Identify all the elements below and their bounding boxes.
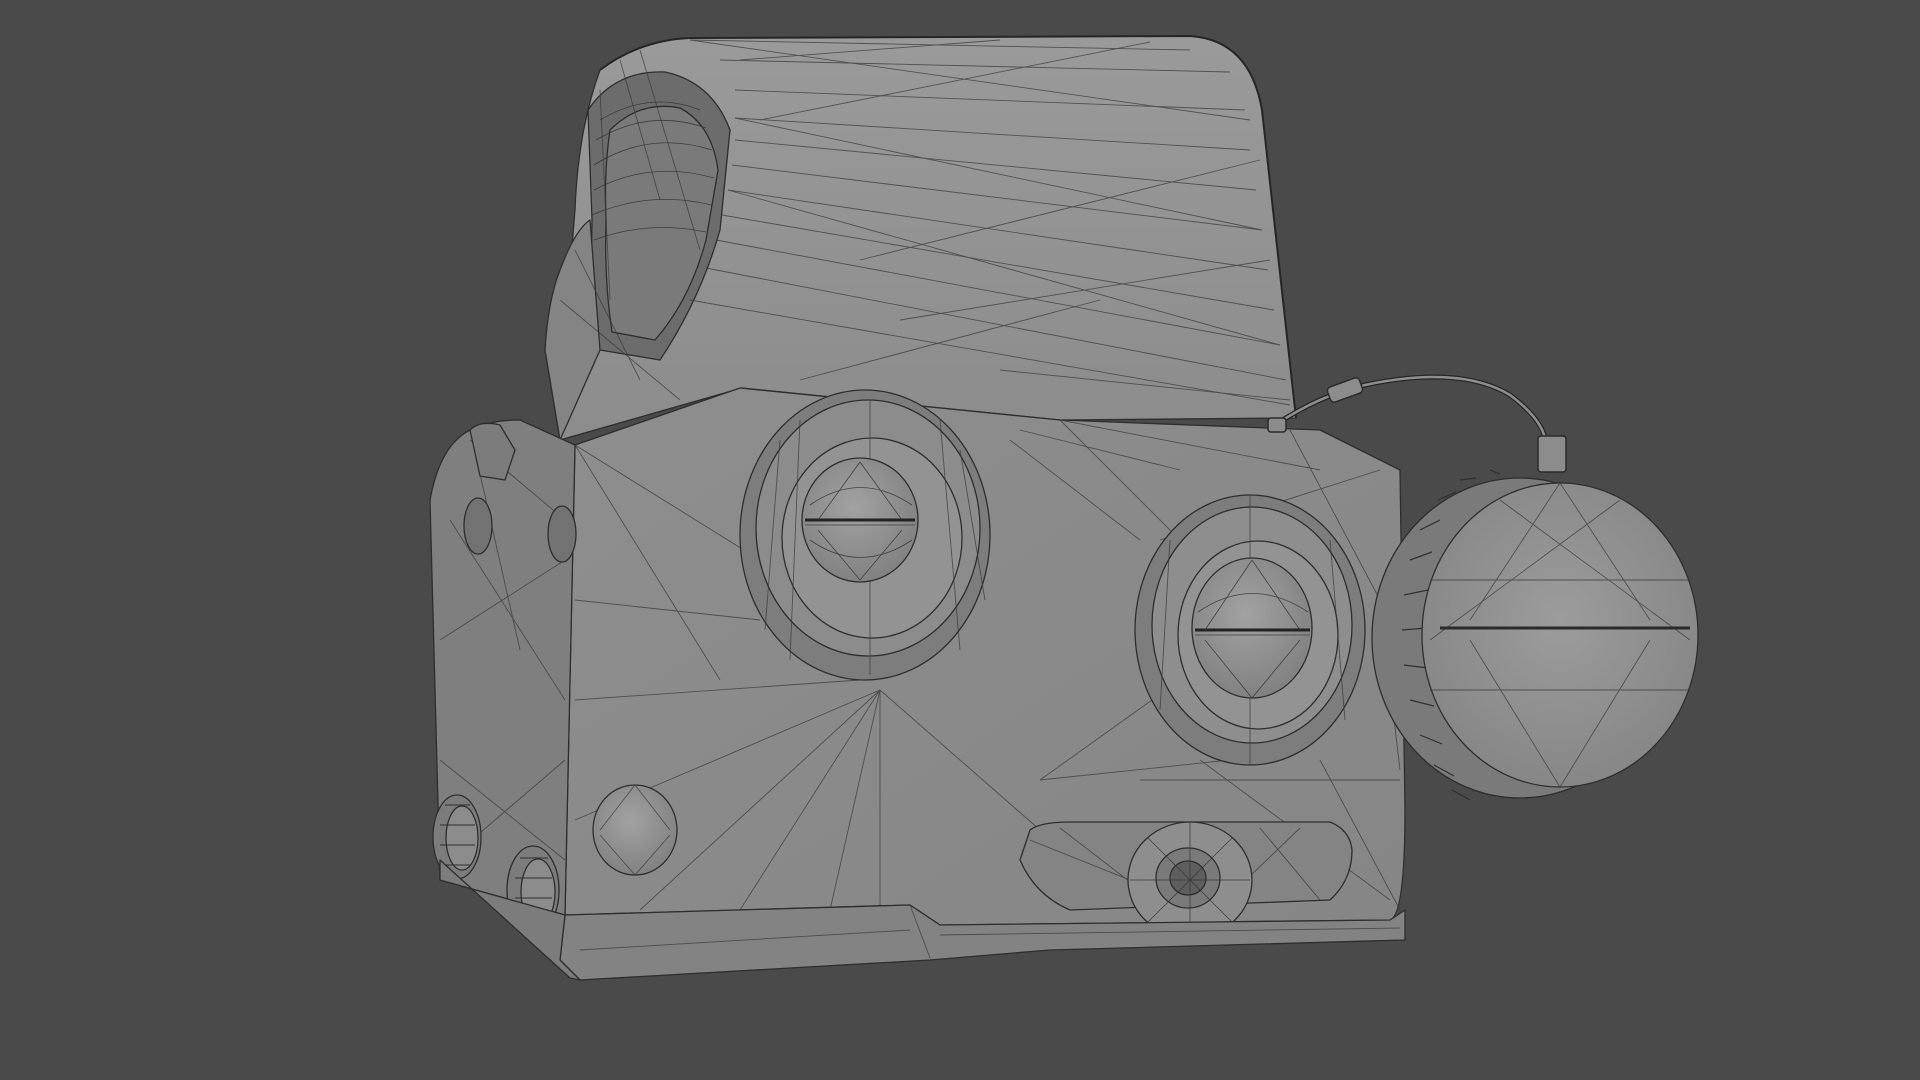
battery-cap <box>1371 469 1699 801</box>
left-brightness-button <box>739 389 991 681</box>
3d-viewport[interactable] <box>0 0 1920 1080</box>
right-brightness-button <box>1134 494 1366 766</box>
hood <box>544 34 1297 441</box>
front-screw <box>592 784 678 876</box>
